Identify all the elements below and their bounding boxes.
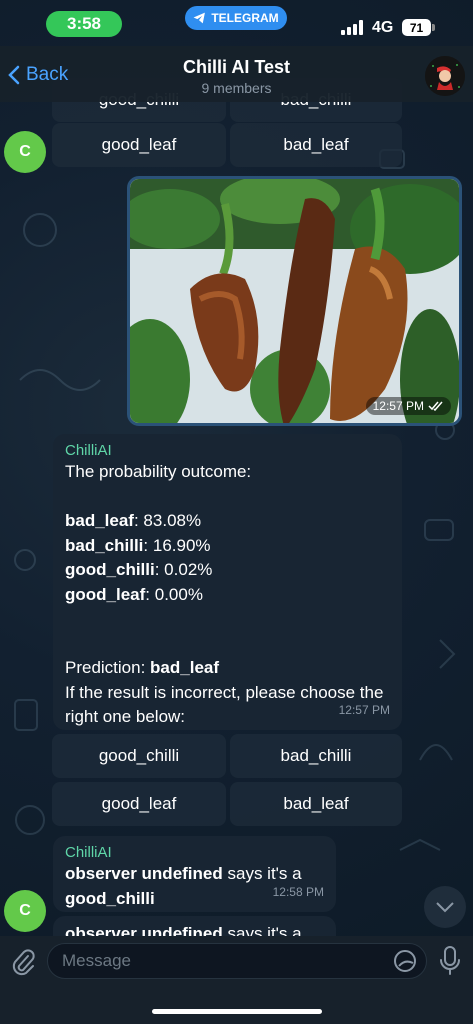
probability-line: bad_leaf: 83.08% bbox=[65, 509, 390, 534]
sender-avatar[interactable]: C bbox=[4, 890, 46, 932]
prediction-result-message[interactable]: ChilliAI The probability outcome: bad_le… bbox=[53, 434, 402, 730]
battery-level: 71 bbox=[402, 19, 431, 36]
keyboard-button-bad-leaf[interactable]: bad_leaf bbox=[230, 782, 402, 826]
probability-label: good_leaf bbox=[65, 584, 146, 604]
message-input[interactable] bbox=[47, 943, 427, 979]
keyboard-button-good-chilli[interactable]: good_chilli bbox=[52, 734, 226, 778]
prediction-value: bad_leaf bbox=[150, 658, 220, 677]
prediction-line: Prediction: bad_leaf bbox=[65, 656, 390, 681]
sender-name: ChilliAI bbox=[65, 442, 112, 459]
battery-icon bbox=[432, 24, 435, 31]
probability-value: : 16.90% bbox=[143, 535, 211, 555]
keyboard-button-good-leaf[interactable]: good_leaf bbox=[52, 782, 226, 826]
read-checkmarks-icon bbox=[428, 401, 443, 411]
probability-label: good_chilli bbox=[65, 560, 155, 579]
probability-value: : 0.00% bbox=[145, 584, 203, 604]
feedback-text: says it's a bbox=[222, 924, 302, 936]
status-time: 3:58 bbox=[46, 11, 122, 37]
sticker-icon[interactable] bbox=[393, 949, 417, 973]
photo-timestamp: 12:57 PM bbox=[365, 397, 451, 415]
keyboard-button-bad-chilli[interactable]: bad_chilli bbox=[230, 734, 402, 778]
prediction-prefix: Prediction: bbox=[65, 658, 151, 677]
paperclip-icon[interactable] bbox=[10, 948, 36, 976]
message-timestamp: 12:57 PM bbox=[338, 702, 390, 717]
group-avatar[interactable] bbox=[425, 56, 465, 96]
cellular-signal-icon bbox=[341, 20, 363, 35]
telegram-call-pill[interactable]: TELEGRAM bbox=[185, 6, 287, 30]
chat-title[interactable]: Chilli AI Test bbox=[0, 57, 473, 78]
chilli-photo bbox=[130, 179, 459, 423]
feedback-user: observer undefined bbox=[65, 924, 223, 936]
keyboard-button-good-leaf[interactable]: good_leaf bbox=[52, 123, 226, 167]
microphone-icon[interactable] bbox=[439, 946, 461, 976]
probability-label: bad_chilli bbox=[65, 535, 144, 555]
telegram-icon bbox=[193, 12, 206, 24]
chat-area[interactable]: good_chilli bad_chilli good_leaf bad_lea… bbox=[0, 0, 473, 936]
home-indicator[interactable] bbox=[152, 1009, 322, 1014]
chevron-down-icon bbox=[436, 902, 454, 913]
message-timestamp: 12:58 PM bbox=[272, 884, 324, 899]
photo-time-text: 12:57 PM bbox=[372, 399, 424, 413]
feedback-message[interactable]: ChilliAI observer undefined says it's a … bbox=[53, 836, 336, 912]
chat-header: Back Chilli AI Test 9 members bbox=[0, 46, 473, 102]
probability-line: good_chilli: 0.02% bbox=[65, 558, 390, 583]
probability-line: bad_chilli: 16.90% bbox=[65, 534, 390, 559]
scroll-to-bottom-button[interactable] bbox=[424, 886, 466, 928]
probability-label: bad_leaf bbox=[65, 511, 134, 530]
chilli-group-avatar-icon bbox=[425, 56, 465, 96]
feedback-line: observer undefined says it's a bbox=[65, 922, 324, 936]
keyboard-button-bad-leaf[interactable]: bad_leaf bbox=[230, 123, 402, 167]
status-bar: 3:58 TELEGRAM 4G 71 bbox=[0, 0, 473, 46]
sender-avatar[interactable]: C bbox=[4, 131, 46, 173]
telegram-pill-label: TELEGRAM bbox=[211, 11, 279, 25]
feedback-user: observer undefined bbox=[65, 864, 223, 883]
member-count: 9 members bbox=[201, 80, 272, 96]
probability-line: good_leaf: 0.00% bbox=[65, 583, 390, 608]
probability-intro: The probability outcome: bbox=[65, 462, 252, 481]
chilli-photo-message[interactable]: 12:57 PM bbox=[127, 176, 462, 426]
sender-name: ChilliAI bbox=[65, 844, 112, 861]
probability-value: : 0.02% bbox=[154, 560, 213, 579]
probability-value: : 83.08% bbox=[133, 511, 202, 530]
network-type: 4G bbox=[372, 19, 394, 36]
feedback-message-partial[interactable]: observer undefined says it's a bbox=[53, 916, 336, 936]
